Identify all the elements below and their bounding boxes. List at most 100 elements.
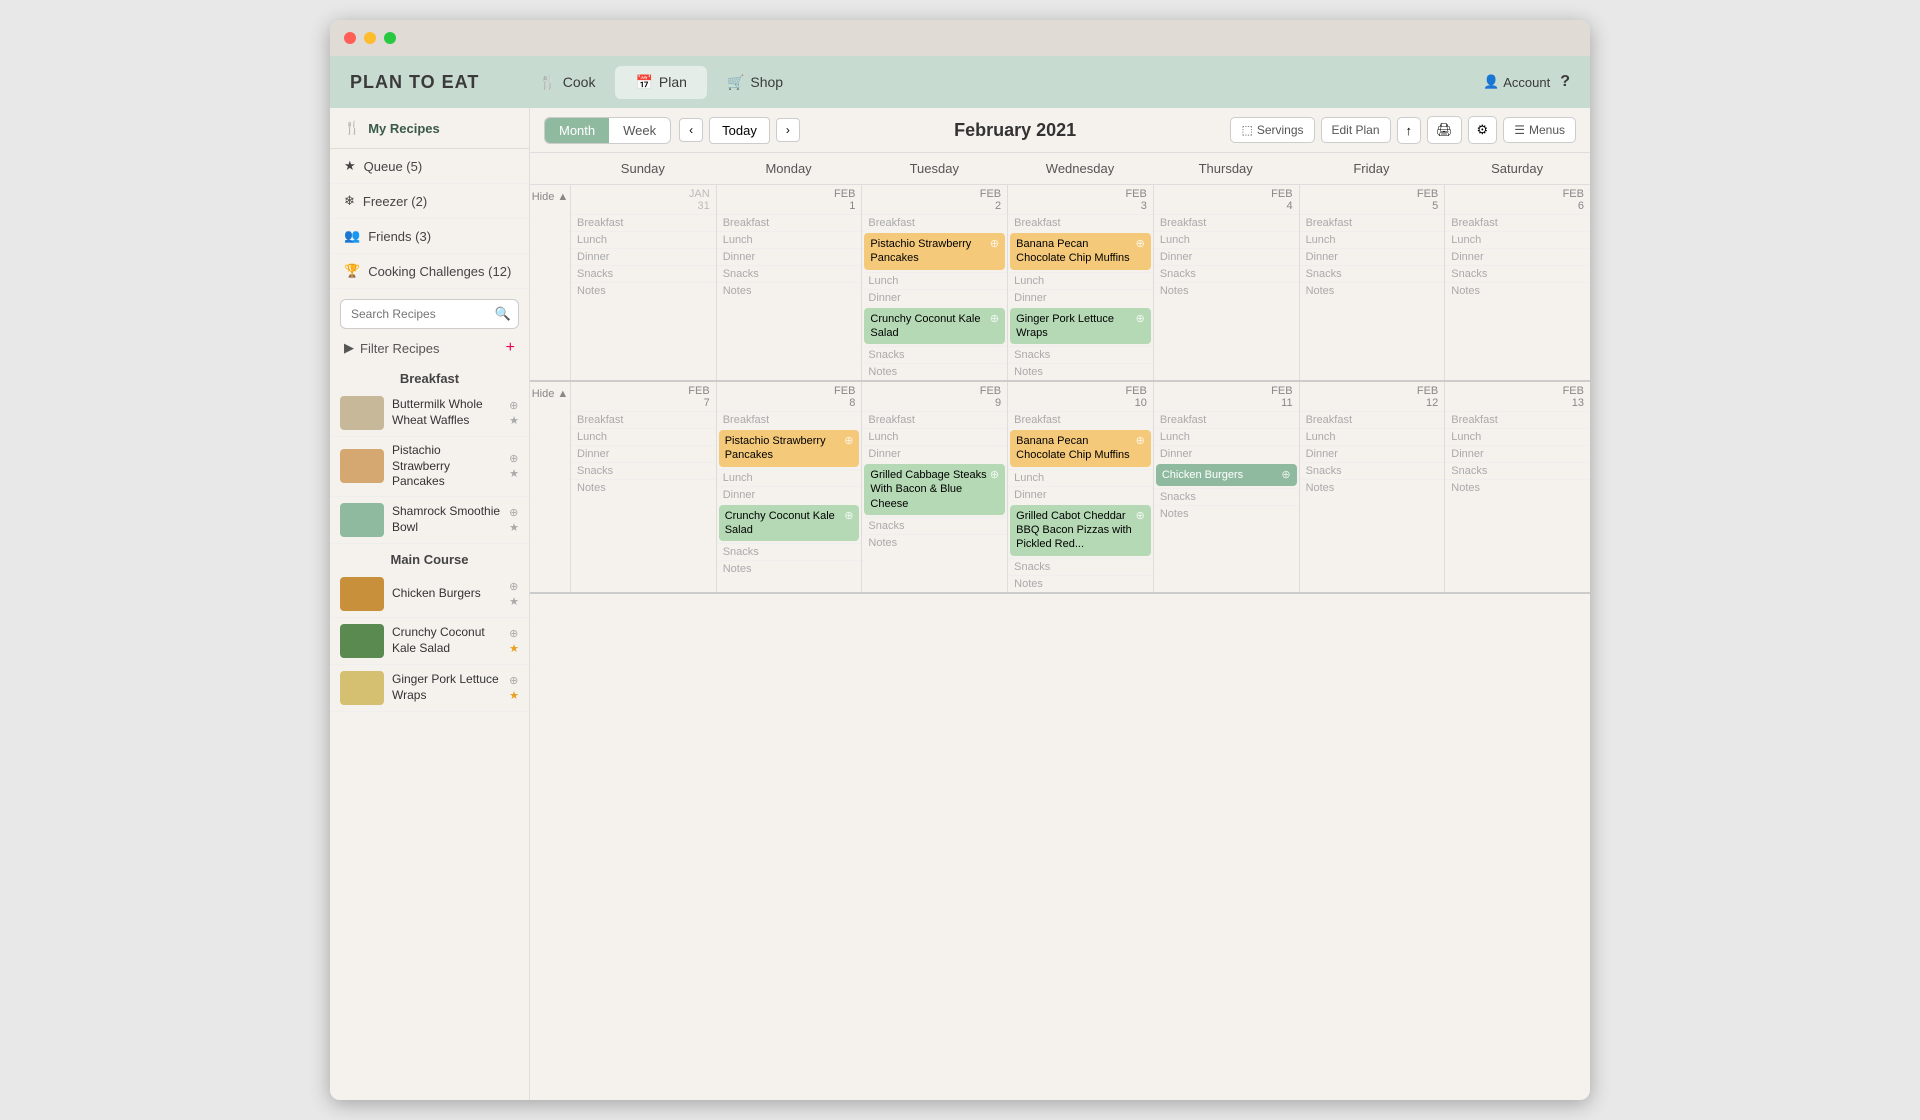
account-icon: 👤	[1483, 74, 1499, 90]
feb9-snacks: Snacks	[862, 517, 1007, 534]
sidebar-queue[interactable]: ★ Queue (5)	[330, 149, 529, 184]
feb7-lunch: Lunch	[571, 428, 716, 445]
feb7-snacks: Snacks	[571, 462, 716, 479]
card-icon-feb8d: ⊕	[844, 509, 853, 523]
recipe-card-cabbage-feb9[interactable]: Grilled Cabbage Steaks With Bacon & Blue…	[864, 464, 1005, 515]
date-feb8: FEB8	[717, 382, 862, 411]
servings-icon: ⬚	[1241, 123, 1252, 137]
maximize-dot[interactable]	[384, 32, 396, 44]
recipe-thumb-pancakes	[340, 449, 384, 483]
account-btn[interactable]: 👤 Account	[1483, 74, 1550, 90]
recipe-name-smoothie: Shamrock Smoothie Bowl	[392, 504, 501, 535]
recipe-item-chicken: Chicken Burgers ⊕ ★	[330, 571, 529, 618]
filter-recipes-toggle[interactable]: ▶ Filter Recipes +	[330, 333, 529, 363]
feb13-snacks: Snacks	[1445, 462, 1590, 479]
close-dot[interactable]	[344, 32, 356, 44]
search-input[interactable]	[340, 299, 519, 329]
feb13-dinner: Dinner	[1445, 445, 1590, 462]
tuesday-header: Tuesday	[861, 153, 1007, 184]
add-to-plan-icon-pancakes[interactable]: ⊕	[509, 452, 519, 465]
menus-btn[interactable]: ☰ Menus	[1503, 117, 1576, 143]
add-to-plan-icon-kale[interactable]: ⊕	[509, 627, 519, 640]
recipe-thumb-ginger	[340, 671, 384, 705]
jan31-lunch: Lunch	[571, 231, 716, 248]
add-to-plan-icon-waffles[interactable]: ⊕	[509, 399, 519, 412]
recipe-card-kale-feb8[interactable]: Crunchy Coconut Kale Salad ⊕	[719, 505, 860, 542]
week2-hide-btn[interactable]: Hide ▲	[532, 388, 569, 400]
recipe-name-chicken: Chicken Burgers	[392, 586, 501, 602]
feb4-lunch: Lunch	[1154, 231, 1299, 248]
filter-add-icon[interactable]: +	[506, 339, 515, 357]
print-btn[interactable]: 🖨	[1427, 116, 1462, 144]
recipe-name-pancakes: Pistachio Strawberry Pancakes	[392, 443, 501, 490]
shop-nav-btn[interactable]: 🛒 Shop	[707, 66, 803, 99]
week-tab[interactable]: Week	[609, 118, 670, 143]
date-feb11: FEB11	[1154, 382, 1299, 411]
week2-hide-col: Hide ▲	[530, 382, 570, 591]
settings-btn[interactable]: ⚙	[1468, 116, 1498, 144]
recipe-card-pistachio-feb2[interactable]: Pistachio Strawberry Pancakes ⊕	[864, 233, 1005, 270]
feb2-dinner: Dinner Crunchy Coconut Kale Salad ⊕	[862, 289, 1007, 347]
week1-hide-btn[interactable]: Hide ▲	[532, 191, 569, 203]
recipe-thumb-kale	[340, 624, 384, 658]
feb2-lunch: Lunch	[862, 272, 1007, 289]
recipe-card-ginger-feb3[interactable]: Ginger Pork Lettuce Wraps ⊕	[1010, 308, 1151, 345]
recipe-name-kale: Crunchy Coconut Kale Salad	[392, 625, 501, 656]
add-to-plan-icon-chicken[interactable]: ⊕	[509, 580, 519, 593]
star-kale[interactable]: ★	[509, 642, 519, 655]
star-smoothie[interactable]: ★	[509, 521, 519, 534]
minimize-dot[interactable]	[364, 32, 376, 44]
card-icon-feb10d: ⊕	[1136, 509, 1145, 523]
feb12-dinner: Dinner	[1300, 445, 1445, 462]
star-ginger[interactable]: ★	[509, 689, 519, 702]
star-waffles[interactable]: ★	[509, 414, 519, 427]
cook-nav-btn[interactable]: 🍴 Cook	[519, 66, 615, 99]
sidebar-friends[interactable]: 👥 Friends (3)	[330, 219, 529, 254]
jan31-notes: Notes	[571, 282, 716, 299]
calendar-toolbar: Month Week ‹ Today › February 2021 ⬚ Ser…	[530, 108, 1590, 153]
help-btn[interactable]: ?	[1560, 73, 1570, 91]
recipe-card-banana-feb10[interactable]: Banana Pecan Chocolate Chip Muffins ⊕	[1010, 430, 1151, 467]
week-row-1: Hide ▲ JAN31 Breakfast Lunch Dinner Snac…	[530, 185, 1590, 382]
recipe-card-chicken-feb11[interactable]: Chicken Burgers ⊕	[1156, 464, 1297, 486]
feb7-notes: Notes	[571, 479, 716, 496]
recipe-card-kale-feb2[interactable]: Crunchy Coconut Kale Salad ⊕	[864, 308, 1005, 345]
monday-header: Monday	[716, 153, 862, 184]
date-feb13: FEB13	[1445, 382, 1590, 411]
feb4-notes: Notes	[1154, 282, 1299, 299]
plan-icon: 📅	[635, 74, 652, 91]
sunday-header: Sunday	[570, 153, 716, 184]
feb3-snacks: Snacks	[1008, 346, 1153, 363]
servings-btn[interactable]: ⬚ Servings	[1230, 117, 1314, 143]
add-to-plan-icon-smoothie[interactable]: ⊕	[509, 506, 519, 519]
plan-nav-btn[interactable]: 📅 Plan	[615, 66, 706, 99]
calendar-area: Month Week ‹ Today › February 2021 ⬚ Ser…	[530, 108, 1590, 1100]
feb12-snacks: Snacks	[1300, 462, 1445, 479]
card-menu-icon3: ⊕	[1136, 237, 1145, 251]
feb11-dinner: Dinner Chicken Burgers ⊕	[1154, 445, 1299, 488]
month-tab[interactable]: Month	[545, 118, 609, 143]
feb3-notes: Notes	[1008, 363, 1153, 380]
recipe-card-pistachio-feb8[interactable]: Pistachio Strawberry Pancakes ⊕	[719, 430, 860, 467]
star-chicken[interactable]: ★	[509, 595, 519, 608]
edit-plan-btn[interactable]: Edit Plan	[1321, 117, 1391, 143]
fork-icon: 🍴	[344, 120, 360, 136]
recipe-card-pizza-feb10[interactable]: Grilled Cabot Cheddar BBQ Bacon Pizzas w…	[1010, 505, 1151, 556]
star-pancakes[interactable]: ★	[509, 467, 519, 480]
recipe-card-banana-feb3[interactable]: Banana Pecan Chocolate Chip Muffins ⊕	[1010, 233, 1151, 270]
feb1-notes: Notes	[717, 282, 862, 299]
add-to-plan-icon-ginger[interactable]: ⊕	[509, 674, 519, 687]
sidebar-cooking-challenges[interactable]: 🏆 Cooking Challenges (12)	[330, 254, 529, 289]
sidebar-freezer[interactable]: ❄ Freezer (2)	[330, 184, 529, 219]
next-btn[interactable]: ›	[776, 118, 800, 142]
feb13-notes: Notes	[1445, 479, 1590, 496]
recipe-item-ginger: Ginger Pork Lettuce Wraps ⊕ ★	[330, 665, 529, 712]
card-menu-icon4: ⊕	[1136, 312, 1145, 326]
day-feb6: FEB6 Breakfast Lunch Dinner Snacks Notes	[1444, 185, 1590, 380]
share-btn[interactable]: ↑	[1397, 117, 1422, 144]
prev-btn[interactable]: ‹	[679, 118, 703, 142]
today-btn[interactable]: Today	[709, 117, 770, 144]
day-feb1: FEB1 Breakfast Lunch Dinner Snacks Notes	[716, 185, 862, 380]
date-feb1: FEB1	[717, 185, 862, 214]
my-recipes-header: 🍴 My Recipes	[330, 108, 529, 149]
